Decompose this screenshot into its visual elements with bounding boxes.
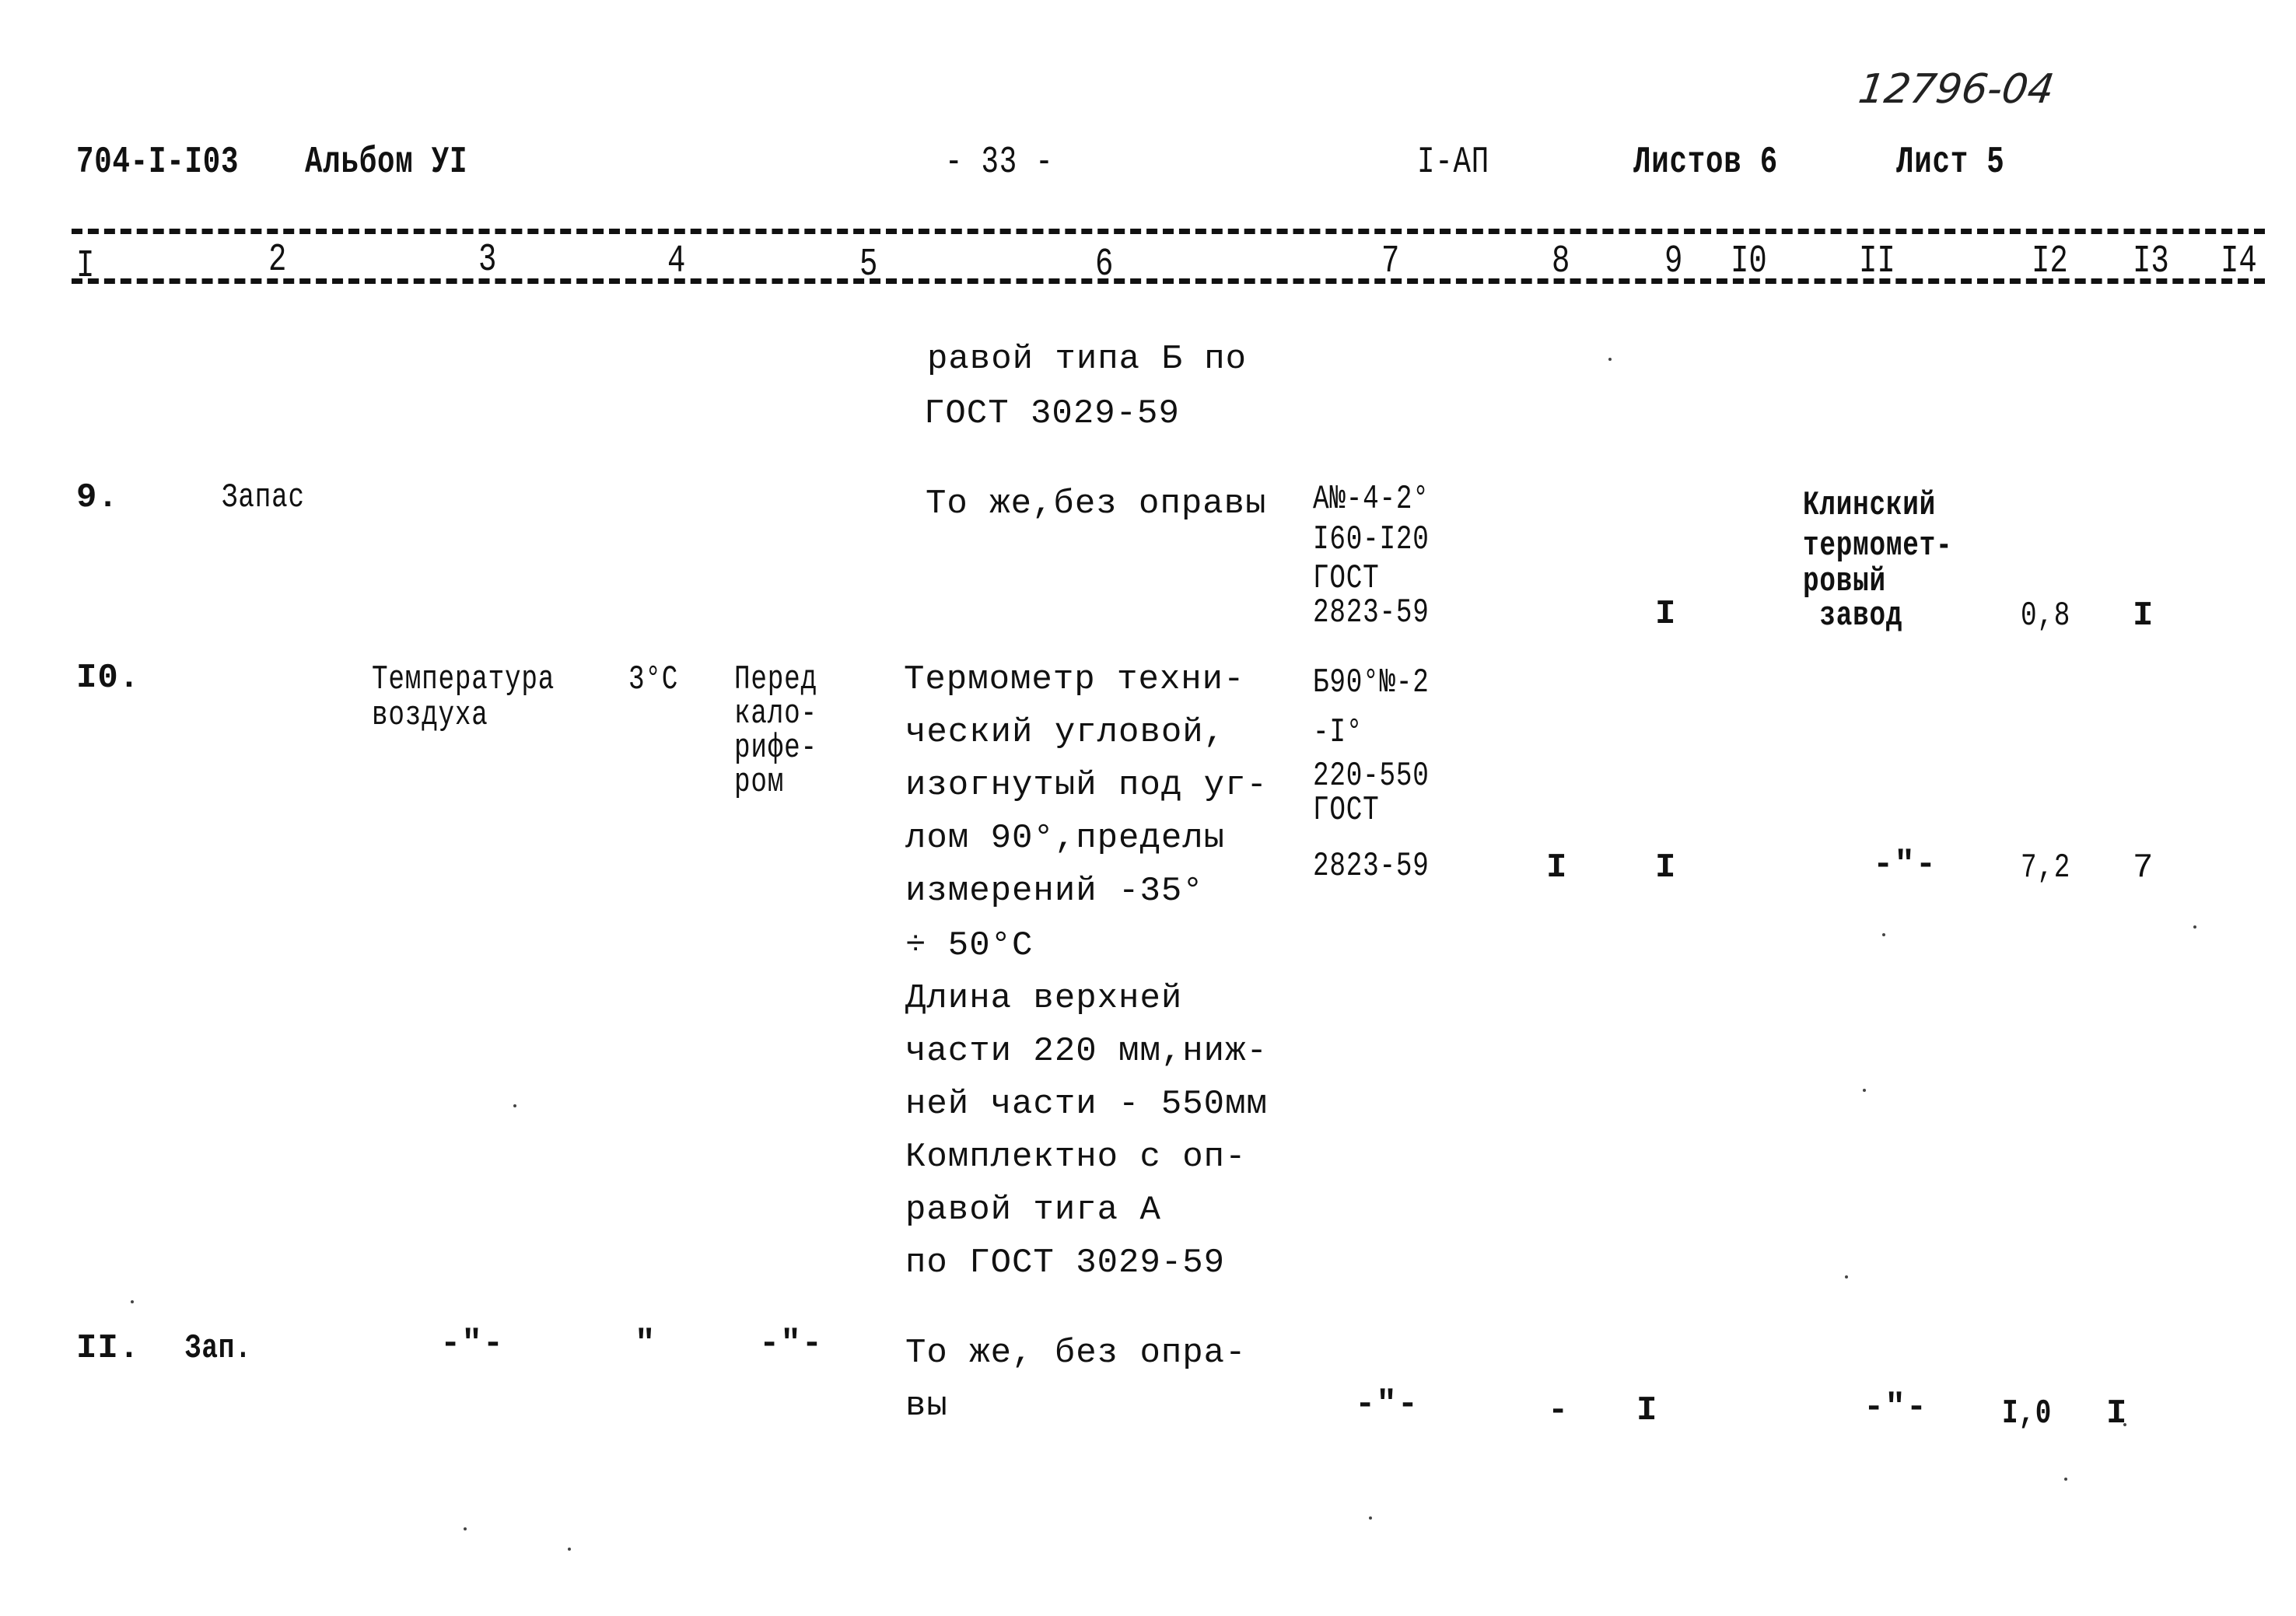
column-number: 6 [1095,243,1114,287]
sheets-total: Листов 6 [1633,142,1778,184]
column-number: I0 [1731,240,1767,284]
description-line: равой тига А [905,1191,1161,1229]
speck [464,1527,467,1530]
page-number: - 33 - [945,142,1054,184]
row-name: Зап. [185,1329,252,1368]
speck [1369,1516,1372,1520]
cell-col9: I [1655,595,1677,634]
description-line: Длина верхней [905,979,1183,1018]
parameter-value: 3°С [628,660,679,699]
parameter-line: Температура [372,660,555,699]
type-line: 220-550 [1313,757,1430,796]
speck [2123,1423,2126,1426]
description-line: ческий угловой, [905,713,1226,752]
column-number: 3 [478,238,497,282]
type-line: А№-4-2° [1313,480,1430,519]
project-code: 704-I-I03 [76,142,240,184]
type-line: I60-I20 [1313,520,1430,559]
type-line: 2823-59 [1313,847,1430,886]
column-number: 9 [1664,240,1683,284]
cell-col13: I [2133,596,2154,635]
parameter-line: воздуха [372,696,488,735]
location: -"- [759,1324,824,1363]
manufacturer-line: ровый [1803,562,1886,601]
cell-col12: 7,2 [2021,848,2071,887]
cell-col8: I [1546,848,1568,887]
speck [1863,1089,1866,1092]
speck [2193,925,2196,929]
row-number: I0. [76,659,141,698]
row-number: II. [76,1329,141,1368]
speck [2064,1478,2067,1481]
column-number: 4 [667,240,686,284]
description-line: измерений -35° [905,872,1204,911]
column-number: 8 [1552,240,1570,284]
row-name: Запас [222,478,305,517]
description-line: лом 90°,пределы [905,819,1226,858]
column-number: 5 [859,243,878,287]
speck [1845,1275,1848,1278]
type-line: -I° [1313,713,1363,752]
description-line: То же, без опра- [905,1334,1247,1373]
description-line: Термометр техни- [904,660,1245,699]
description-line: части 220 мм,ниж- [905,1032,1268,1071]
description-line: по ГОСТ 3029-59 [905,1243,1226,1282]
description-line: ней части - 550мм [905,1085,1268,1124]
cell-col12: 0,8 [2021,596,2071,635]
section-code: I-АП [1417,142,1489,184]
archive-number: 12796-04 [1855,66,2057,113]
speck [513,1104,516,1107]
cell-col13: 7 [2133,848,2154,887]
row-number: 9. [76,478,119,517]
manufacturer-line: Клинский [1803,486,1937,525]
manufacturer: -"- [1864,1388,1928,1427]
cell-col8: - [1548,1391,1570,1430]
speck [131,1300,134,1303]
type-line: ГОСТ [1313,791,1380,830]
type-line: ГОСТ [1313,559,1380,598]
cell-col12: I,0 [2002,1394,2053,1433]
description-line: То же,без оправы [926,484,1267,523]
description-line: равой типа Б по [927,340,1248,379]
parameter-value: " [635,1324,656,1363]
manufacturer: -"- [1873,845,1937,884]
speck [568,1548,571,1551]
manufacturer-line: термомет- [1803,526,1953,565]
album-label: Альбом УI [305,142,468,184]
description-line: ГОСТ 3029-59 [924,394,1180,433]
column-number: I4 [2221,240,2257,284]
header-top-rule [72,229,2265,234]
header-bottom-rule [72,278,2265,284]
description-line: ÷ 50°С [905,926,1034,965]
column-number: I [76,244,95,289]
cell-col9: I [1636,1391,1658,1430]
manufacturer-line: завод [1803,596,1903,635]
location-line: ром [734,763,785,802]
description-line: Комплектно с оп- [905,1138,1247,1177]
speck [1882,933,1885,936]
speck [1608,358,1612,361]
type: -"- [1355,1385,1419,1424]
cell-col9: I [1655,848,1677,887]
column-number: 7 [1381,240,1400,284]
description-line: изогнутый под уг- [905,766,1268,805]
column-number: 2 [268,238,287,282]
location-line: кало- [734,694,817,733]
sheet-number: Лист 5 [1896,142,2005,184]
column-number: II [1859,240,1895,284]
column-number: I3 [2133,240,2169,284]
location-line: рифе- [734,729,817,768]
location-line: Перед [734,660,817,699]
parameter: -"- [440,1324,505,1363]
type-line: Б90°№-2 [1313,663,1430,702]
description-line: вы [905,1387,948,1425]
type-line: 2823-59 [1313,593,1430,632]
column-number: I2 [2032,240,2068,284]
